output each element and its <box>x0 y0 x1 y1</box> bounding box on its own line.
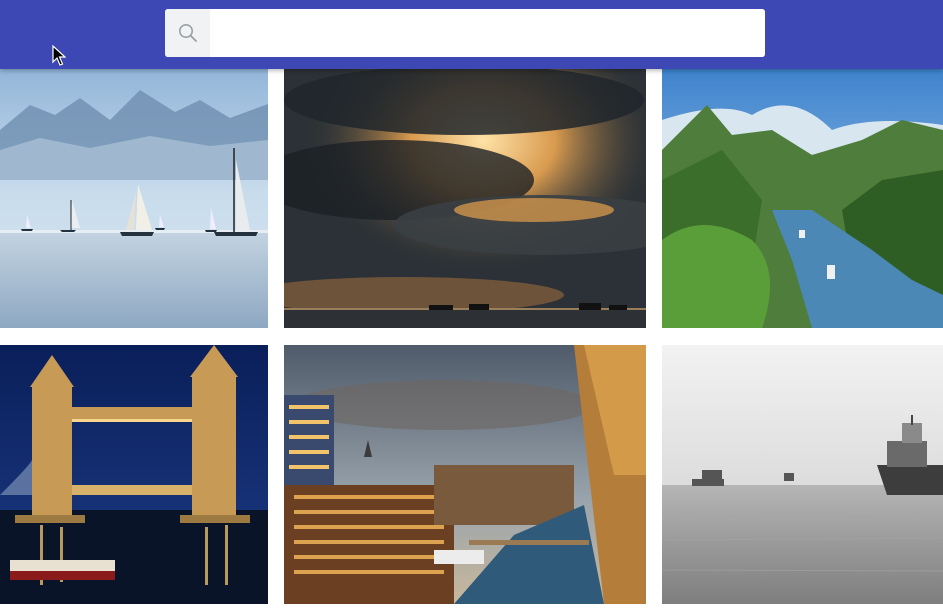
search-button[interactable] <box>165 9 210 57</box>
image-tile-fjord[interactable] <box>662 60 943 328</box>
image-tile-ships-fog[interactable] <box>662 345 943 604</box>
image-tile-sunset-clouds[interactable] <box>284 60 646 328</box>
sunset-clouds-image <box>284 60 646 328</box>
search-bar <box>165 9 765 57</box>
search-input[interactable] <box>210 9 765 57</box>
ships-fog-image <box>662 345 943 604</box>
sailboats-image <box>0 60 268 328</box>
image-tile-harbor-city[interactable] <box>284 345 646 604</box>
mouse-cursor-icon <box>52 45 66 66</box>
image-tile-sailboats[interactable] <box>0 60 268 328</box>
harbor-city-image <box>284 345 646 604</box>
image-tile-tower-bridge[interactable] <box>0 345 268 604</box>
top-bar <box>0 0 943 69</box>
fjord-image <box>662 60 943 328</box>
tower-bridge-image <box>0 345 268 604</box>
search-icon <box>178 24 197 42</box>
